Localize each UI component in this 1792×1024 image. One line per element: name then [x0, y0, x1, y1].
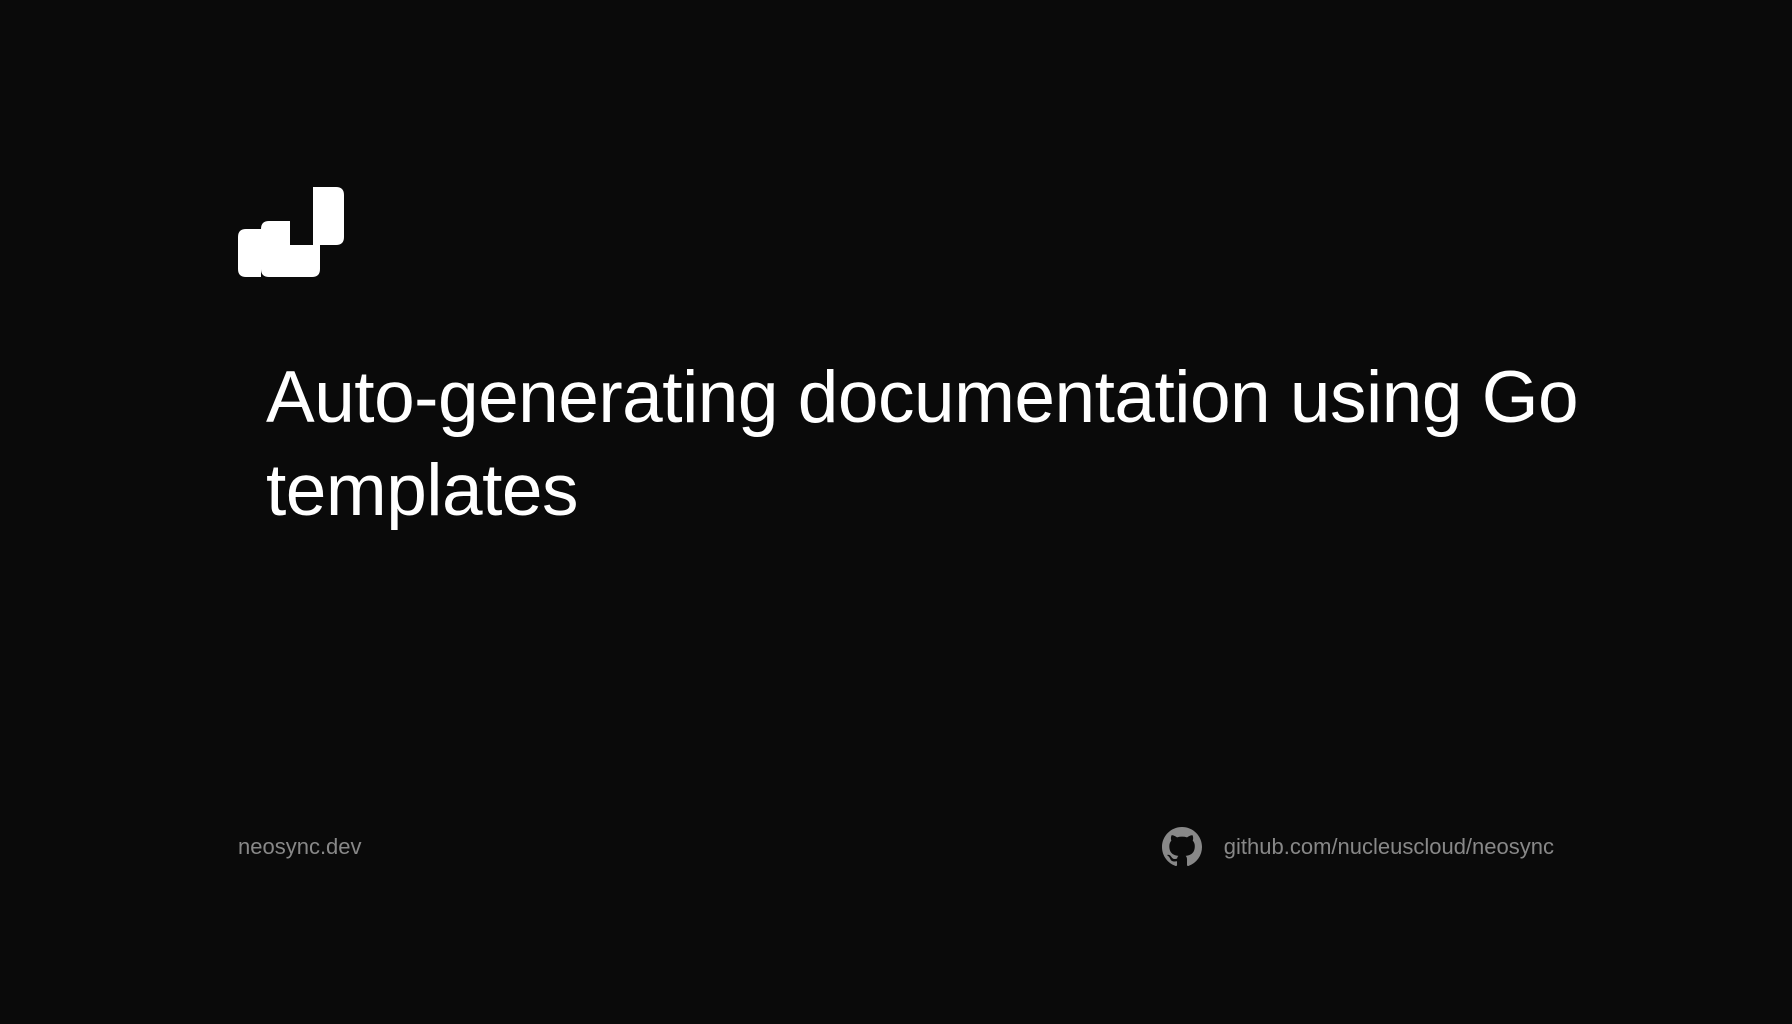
github-url-text: github.com/nucleuscloud/neosync: [1224, 834, 1554, 860]
domain-link[interactable]: neosync.dev: [238, 834, 362, 860]
footer: neosync.dev github.com/nucleuscloud/neos…: [238, 827, 1554, 867]
neosync-logo-icon: [238, 187, 344, 277]
github-icon: [1162, 827, 1202, 867]
slide-container: Auto-generating documentation using Go t…: [168, 97, 1624, 927]
github-link[interactable]: github.com/nucleuscloud/neosync: [1162, 827, 1554, 867]
page-title: Auto-generating documentation using Go t…: [266, 352, 1624, 537]
